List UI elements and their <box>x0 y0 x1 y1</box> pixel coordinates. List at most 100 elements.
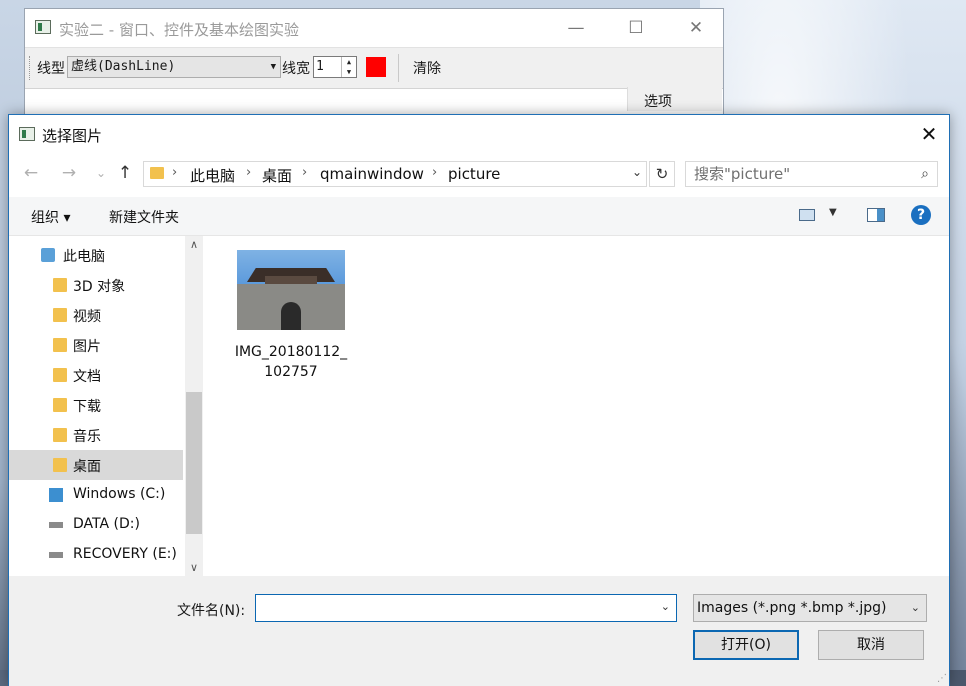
drive-icon <box>49 552 63 558</box>
nav-item-desktop[interactable]: 桌面 <box>9 450 183 480</box>
file-name-line1: IMG_20180112_ <box>234 344 348 360</box>
cancel-button[interactable]: 取消 <box>818 630 924 660</box>
file-list: IMG_20180112_ 102757 <box>205 236 949 576</box>
breadcrumb-desktop[interactable]: 桌面 <box>262 165 292 186</box>
dialog-title: 选择图片 <box>42 127 103 145</box>
chevron-right-icon: › <box>432 165 438 180</box>
search-placeholder: 搜索"picture" <box>694 165 791 183</box>
refresh-icon[interactable]: ↻ <box>649 161 675 187</box>
line-width-value: 1 <box>316 59 324 74</box>
nav-item-label: RECOVERY (E:) <box>73 546 177 562</box>
nav-item-documents[interactable]: 文档 <box>9 360 183 390</box>
view-options-icon[interactable] <box>799 209 815 221</box>
up-arrow-icon[interactable]: ↑ <box>113 161 137 185</box>
nav-item-label: 桌面 <box>73 459 101 475</box>
file-name-line2: 102757 <box>264 364 318 380</box>
back-arrow-icon[interactable]: ← <box>19 161 43 185</box>
recent-locations-icon[interactable]: ⌄ <box>89 161 113 185</box>
thumbnail-gate <box>281 302 301 330</box>
pictures-folder-icon <box>53 338 67 352</box>
nav-item-label: 此电脑 <box>63 249 105 265</box>
drive-c-icon <box>49 488 63 502</box>
line-type-select[interactable]: 虚线(DashLine) ▼ <box>67 56 281 78</box>
desktop-folder-icon <box>53 458 67 472</box>
app-icon <box>35 20 51 34</box>
forward-arrow-icon[interactable]: → <box>57 161 81 185</box>
nav-item-downloads[interactable]: 下载 <box>9 390 183 420</box>
dialog-close-button[interactable]: ✕ <box>911 119 947 149</box>
help-icon[interactable]: ? <box>911 205 931 225</box>
nav-item-label: 下载 <box>73 399 101 415</box>
nav-item-pictures[interactable]: 图片 <box>9 330 183 360</box>
chevron-right-icon: › <box>172 165 178 180</box>
color-picker-button[interactable] <box>366 57 386 77</box>
line-type-value: 虚线(DashLine) <box>71 59 176 74</box>
filename-label: 文件名(N): <box>177 603 246 619</box>
open-button[interactable]: 打开(O) <box>693 630 799 660</box>
scroll-down-icon[interactable]: ∨ <box>185 561 203 574</box>
dialog-titlebar: 选择图片 ✕ <box>9 115 949 153</box>
dropdown-arrow-icon: ▼ <box>270 62 276 72</box>
nav-item-label: Windows (C:) <box>73 486 166 502</box>
resize-grip-icon[interactable]: ⋰ <box>937 673 947 684</box>
preview-pane-icon[interactable] <box>867 208 885 222</box>
clear-button[interactable]: 清除 <box>413 58 441 78</box>
videos-folder-icon <box>53 308 67 322</box>
toolbar-grip[interactable] <box>29 56 33 80</box>
new-folder-button[interactable]: 新建文件夹 <box>109 207 179 227</box>
organize-menu[interactable]: 组织 ▾ <box>31 207 70 227</box>
breadcrumb-qmainwindow[interactable]: qmainwindow <box>320 165 424 183</box>
nav-item-label: DATA (D:) <box>73 516 140 532</box>
nav-item-drive-c[interactable]: Windows (C:) <box>9 480 183 510</box>
scrollbar-thumb[interactable] <box>186 392 202 534</box>
filename-input[interactable]: ⌄ <box>255 594 677 622</box>
nav-item-music[interactable]: 音乐 <box>9 420 183 450</box>
file-dialog: 选择图片 ✕ ← → ⌄ ↑ › 此电脑 › 桌面 › qmainwindow … <box>8 114 950 686</box>
main-titlebar: 实验二 - 窗口、控件及基本绘图实验 — ☐ ✕ <box>25 9 723 47</box>
file-type-select[interactable]: Images (*.png *.bmp *.jpg) ⌄ <box>693 594 927 622</box>
search-icon: ⌕ <box>921 166 929 182</box>
file-item[interactable]: IMG_20180112_ 102757 <box>233 250 349 382</box>
toolbar-separator <box>398 54 399 82</box>
chevron-down-icon: ⌄ <box>910 601 920 614</box>
line-width-label: 线宽 <box>282 61 310 77</box>
maximize-button[interactable]: ☐ <box>613 15 659 41</box>
nav-item-3d-objects[interactable]: 3D 对象 <box>9 270 183 300</box>
app-icon <box>19 127 35 141</box>
nav-item-this-pc[interactable]: 此电脑 <box>9 240 183 270</box>
spin-arrows-icon[interactable]: ▲ ▼ <box>341 57 356 77</box>
minimize-button[interactable]: — <box>553 15 599 41</box>
navigation-scrollbar[interactable]: ∧ ∨ <box>185 236 203 576</box>
command-bar: 组织 ▾ 新建文件夹 ▼ ? <box>9 197 949 236</box>
nav-item-drive-d[interactable]: DATA (D:) <box>9 510 183 540</box>
file-name: IMG_20180112_ 102757 <box>233 342 349 382</box>
nav-item-drive-e[interactable]: RECOVERY (E:) <box>9 540 183 570</box>
nav-item-videos[interactable]: 视频 <box>9 300 183 330</box>
chevron-down-icon[interactable]: ⌄ <box>661 600 670 613</box>
main-toolbar: 线型 虚线(DashLine) ▼ 线宽 1 ▲ ▼ 清除 <box>25 47 723 89</box>
close-button[interactable]: ✕ <box>673 15 719 41</box>
chevron-right-icon: › <box>246 165 252 180</box>
computer-icon <box>41 248 55 262</box>
navigation-pane: 此电脑 3D 对象 视频 图片 文档 下载 音乐 桌面 Windows (C:)… <box>9 236 185 576</box>
main-window-title: 实验二 - 窗口、控件及基本绘图实验 <box>59 21 299 39</box>
breadcrumb-picture[interactable]: picture <box>448 165 500 183</box>
nav-item-label: 3D 对象 <box>73 279 126 295</box>
scroll-up-icon[interactable]: ∧ <box>185 238 203 251</box>
navigation-bar: ← → ⌄ ↑ › 此电脑 › 桌面 › qmainwindow › pictu… <box>9 155 949 191</box>
dialog-footer: 文件名(N): ⌄ Images (*.png *.bmp *.jpg) ⌄ 打… <box>9 576 949 686</box>
chevron-down-icon[interactable]: ▼ <box>829 207 837 218</box>
nav-item-label: 文档 <box>73 369 101 385</box>
address-bar[interactable]: › 此电脑 › 桌面 › qmainwindow › picture ⌄ <box>143 161 647 187</box>
line-width-spinbox[interactable]: 1 ▲ ▼ <box>313 56 357 78</box>
music-folder-icon <box>53 428 67 442</box>
drive-icon <box>49 522 63 528</box>
breadcrumb-this-pc[interactable]: 此电脑 <box>190 165 235 186</box>
options-label: 选项 <box>644 94 672 110</box>
search-input[interactable]: 搜索"picture" ⌕ <box>685 161 938 187</box>
nav-item-label: 音乐 <box>73 429 101 445</box>
chevron-down-icon[interactable]: ⌄ <box>632 165 642 179</box>
line-type-label: 线型 <box>37 61 65 77</box>
options-dock-tab[interactable]: 选项 <box>627 87 722 111</box>
nav-item-label: 图片 <box>73 339 101 355</box>
